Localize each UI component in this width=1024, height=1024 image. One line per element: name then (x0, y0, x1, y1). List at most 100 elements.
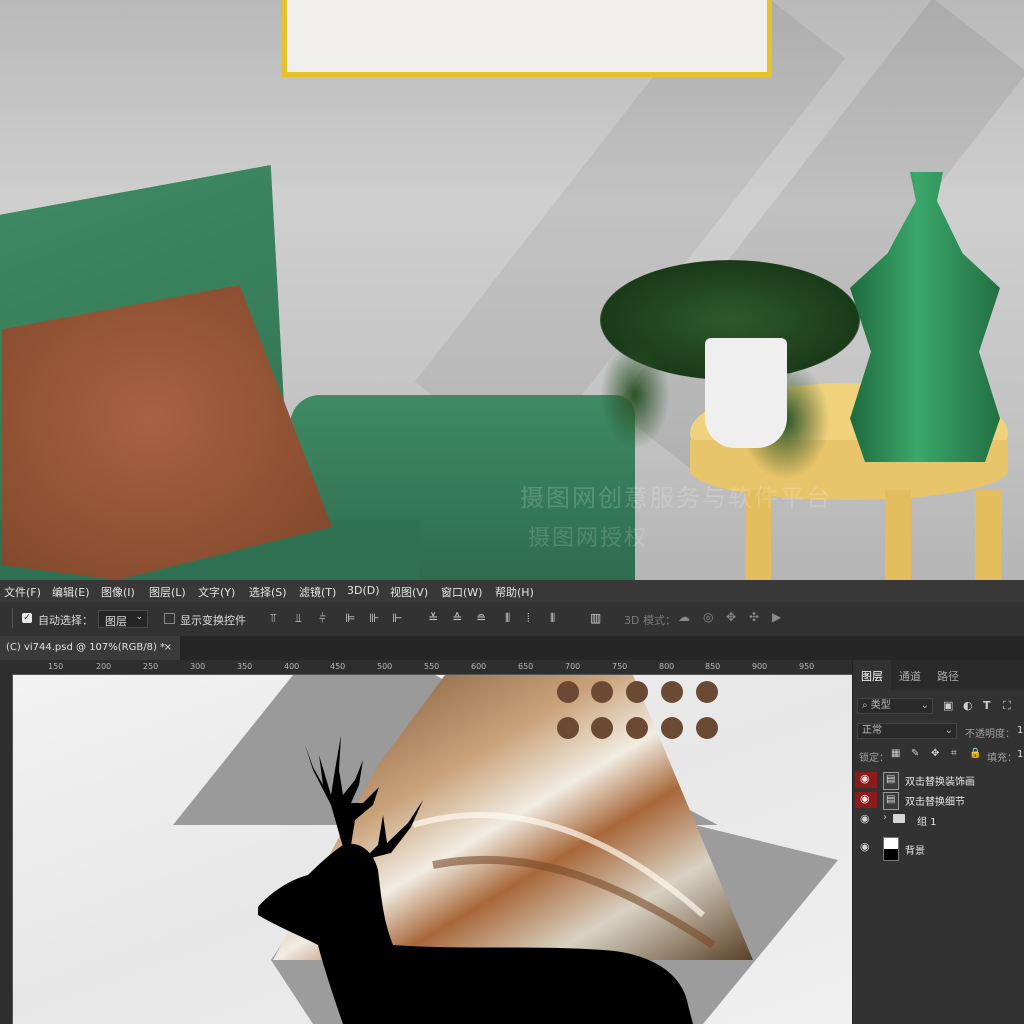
distribute-left-icon[interactable]: ⦀ (505, 611, 510, 626)
chevron-down-icon: ⌄ (135, 612, 143, 622)
visibility-toggle[interactable]: ◉ (855, 772, 877, 788)
visibility-toggle[interactable]: ◉ (855, 792, 877, 808)
layer-row[interactable]: ◉ 背景 (853, 835, 1024, 861)
align-left-icon[interactable]: ⊫ (345, 611, 355, 625)
visibility-toggle[interactable]: ◉ (855, 840, 877, 856)
menu-3d[interactable]: 3D(D) (347, 584, 380, 597)
auto-align-icon[interactable]: ▥ (590, 611, 601, 625)
menu-image[interactable]: 图像(I) (101, 584, 135, 600)
distribute-hcenter-icon[interactable]: ⦙ (527, 611, 530, 626)
fill-label: 填充： (987, 753, 1017, 764)
layer-filter-dropdown[interactable]: ⌕ 类型 ⌄ (857, 698, 933, 714)
align-vcenter-icon[interactable]: ⫫ (295, 611, 302, 626)
align-right-icon[interactable]: ⊩ (392, 611, 402, 625)
fill-value[interactable]: 1 (1017, 749, 1023, 760)
lock-transparent-icon[interactable]: ▦ (891, 748, 900, 759)
dot (626, 681, 648, 703)
lock-all-icon[interactable]: 🔒 (969, 748, 981, 759)
lock-artboard-icon[interactable]: ⌗ (951, 748, 957, 759)
menu-window[interactable]: 窗口(W) (441, 584, 482, 600)
3d-scale-icon[interactable]: ▶ (772, 610, 781, 624)
move-tool-icon[interactable] (2, 608, 13, 628)
table-leg (885, 490, 911, 580)
3d-drag-icon[interactable]: ✥ (726, 610, 736, 624)
eye-icon: ◉ (860, 792, 870, 805)
filter-type-icon[interactable]: T (983, 699, 991, 712)
layer-name: 组 1 (917, 817, 937, 828)
eye-icon: ◉ (860, 812, 870, 825)
visibility-toggle[interactable]: ◉ (855, 812, 877, 828)
close-tab-icon[interactable]: × (164, 636, 172, 660)
document-tab[interactable]: (C) vi744.psd @ 107%(RGB/8) * × (0, 636, 180, 660)
layer-name: 背景 (905, 846, 925, 857)
dot (591, 717, 613, 739)
3d-slide-icon[interactable]: ✣ (749, 610, 759, 624)
layer-row[interactable]: ◉ ▤ 双击替换装饰画 (853, 770, 1024, 790)
chevron-right-icon[interactable]: › (883, 812, 887, 823)
horizontal-ruler: 150 200 250 300 350 400 450 500 550 600 … (12, 660, 852, 675)
distribute-right-icon[interactable]: ⦀ (550, 611, 555, 626)
auto-select-checkbox[interactable]: ✓ (22, 613, 32, 623)
tab-channels[interactable]: 通道 (899, 668, 921, 684)
show-transform-checkbox[interactable] (164, 613, 175, 624)
menu-help[interactable]: 帮助(H) (495, 584, 534, 600)
menu-layer[interactable]: 图层(L) (149, 584, 186, 600)
menu-edit[interactable]: 编辑(E) (52, 584, 90, 600)
distribute-bottom-icon[interactable]: ≘ (476, 611, 486, 625)
chevron-down-icon: ⌄ (920, 700, 929, 711)
menu-file[interactable]: 文件(F) (4, 584, 41, 600)
opacity-value[interactable]: 1 (1017, 725, 1023, 736)
ruler-tick: 350 (237, 662, 253, 671)
ruler-tick: 950 (799, 662, 815, 671)
smart-object-thumbnail: ▤ (883, 772, 899, 790)
ruler-tick: 800 (659, 662, 675, 671)
ruler-tick: 300 (190, 662, 206, 671)
blend-mode-dropdown[interactable]: 正常 ⌄ (857, 723, 957, 739)
3d-roll-icon[interactable]: ◎ (703, 610, 713, 624)
lock-image-icon[interactable]: ✎ (911, 748, 919, 759)
auto-select-target-dropdown[interactable]: 图层 ⌄ (98, 610, 148, 628)
plant-pot (705, 338, 787, 448)
ruler-tick: 550 (424, 662, 440, 671)
smart-object-icon: ▤ (886, 774, 896, 785)
dot (696, 681, 718, 703)
ruler-tick: 900 (752, 662, 768, 671)
tab-layers[interactable]: 图层 (861, 668, 883, 684)
align-top-icon[interactable]: ⫪ (270, 611, 277, 626)
room-mockup-photo: 摄图网创意服务与软件平台 摄图网授权 (0, 0, 1024, 580)
vertical-ruler (0, 674, 13, 1024)
layer-row[interactable]: ◉ ▤ 双击替换细节 (853, 790, 1024, 810)
distribute-top-icon[interactable]: ≚ (428, 611, 438, 625)
layer-row[interactable]: ◉ › 组 1 (853, 810, 1024, 830)
ruler-tick: 600 (471, 662, 487, 671)
align-hcenter-icon[interactable]: ⊪ (369, 611, 379, 625)
filter-shape-icon[interactable]: ⛶ (1003, 699, 1011, 713)
dot (696, 717, 718, 739)
menu-select[interactable]: 选择(S) (249, 584, 287, 600)
ruler-tick: 850 (705, 662, 721, 671)
folder-icon (893, 814, 905, 823)
filter-adjustment-icon[interactable]: ◐ (963, 699, 973, 712)
distribute-vcenter-icon[interactable]: ≙ (452, 611, 462, 625)
dot (557, 681, 579, 703)
lock-position-icon[interactable]: ✥ (931, 748, 939, 759)
align-bottom-icon[interactable]: ⫩ (319, 611, 326, 626)
auto-select-target-value: 图层 (105, 615, 127, 628)
filter-pixel-icon[interactable]: ▣ (943, 699, 953, 712)
document-title: (C) vi744.psd @ 107%(RGB/8) * (6, 642, 166, 653)
menu-view[interactable]: 视图(V) (390, 584, 428, 600)
ruler-tick: 650 (518, 662, 534, 671)
3d-rotate-icon[interactable]: ☁ (678, 610, 690, 624)
tab-paths[interactable]: 路径 (937, 668, 959, 684)
ruler-tick: 250 (143, 662, 159, 671)
menu-filter[interactable]: 滤镜(T) (299, 584, 336, 600)
document-tab-bar: (C) vi744.psd @ 107%(RGB/8) * × (0, 636, 1024, 660)
document-canvas[interactable] (13, 675, 852, 1024)
dot (661, 717, 683, 739)
layer-name: 双击替换细节 (905, 797, 965, 808)
ruler-corner[interactable] (0, 660, 12, 674)
ruler-tick: 150 (48, 662, 64, 671)
menu-type[interactable]: 文字(Y) (198, 584, 235, 600)
search-icon: ⌕ (862, 700, 871, 711)
panel-tabs: 图层 通道 路径 (853, 660, 1024, 690)
